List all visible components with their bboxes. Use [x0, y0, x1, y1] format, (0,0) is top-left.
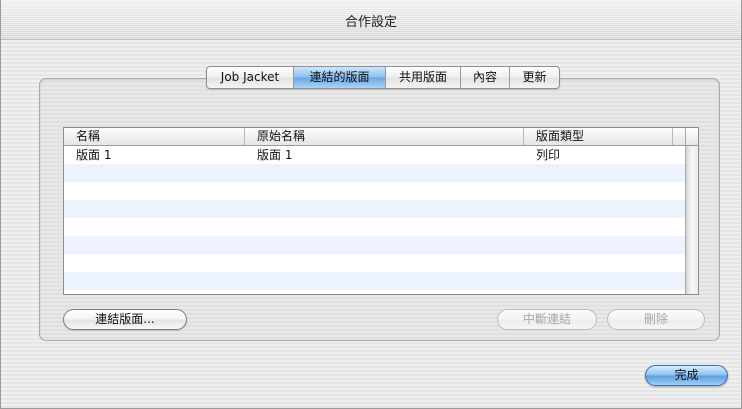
table-header: 名稱 原始名稱 版面類型 [64, 128, 686, 146]
empty-row [64, 218, 686, 236]
empty-row [64, 200, 686, 218]
table-row[interactable]: 版面 1 版面 1 列印 [64, 146, 686, 164]
empty-row [64, 182, 686, 200]
tab-content[interactable]: 內容 [460, 67, 509, 88]
linked-layouts-table: 名稱 原始名稱 版面類型 版面 1 版面 1 列印 [63, 127, 699, 295]
column-header-layout-type[interactable]: 版面類型 [524, 128, 673, 145]
cell-original-name: 版面 1 [257, 148, 293, 162]
done-button[interactable]: 完成 [645, 365, 728, 386]
column-header-name[interactable]: 名稱 [64, 128, 245, 145]
break-link-button[interactable]: 中斷連結 [497, 309, 597, 330]
title-bar[interactable]: 合作設定 [1, 0, 741, 40]
tab-bar: Job Jacket 連結的版面 共用版面 內容 更新 [206, 66, 560, 89]
scrollbar-corner [685, 128, 698, 146]
tab-linked-layouts[interactable]: 連結的版面 [293, 67, 385, 88]
cell-name: 版面 1 [76, 148, 112, 162]
vertical-scrollbar[interactable] [685, 146, 698, 294]
tab-update[interactable]: 更新 [509, 67, 559, 88]
column-header-original-name[interactable]: 原始名稱 [245, 128, 524, 145]
delete-button[interactable]: 刪除 [607, 309, 705, 330]
empty-row [64, 290, 686, 294]
empty-row [64, 164, 686, 182]
table-body: 版面 1 版面 1 列印 [64, 146, 686, 294]
tab-shared-layouts[interactable]: 共用版面 [385, 67, 460, 88]
empty-row [64, 272, 686, 290]
dialog-window: 合作設定 Job Jacket 連結的版面 共用版面 內容 更新 名稱 原始名稱… [0, 0, 742, 409]
empty-row [64, 236, 686, 254]
link-layout-button[interactable]: 連結版面... [63, 309, 187, 330]
window-title: 合作設定 [344, 15, 397, 30]
empty-row [64, 254, 686, 272]
tab-job-jacket[interactable]: Job Jacket [207, 67, 293, 88]
cell-layout-type: 列印 [536, 148, 561, 162]
